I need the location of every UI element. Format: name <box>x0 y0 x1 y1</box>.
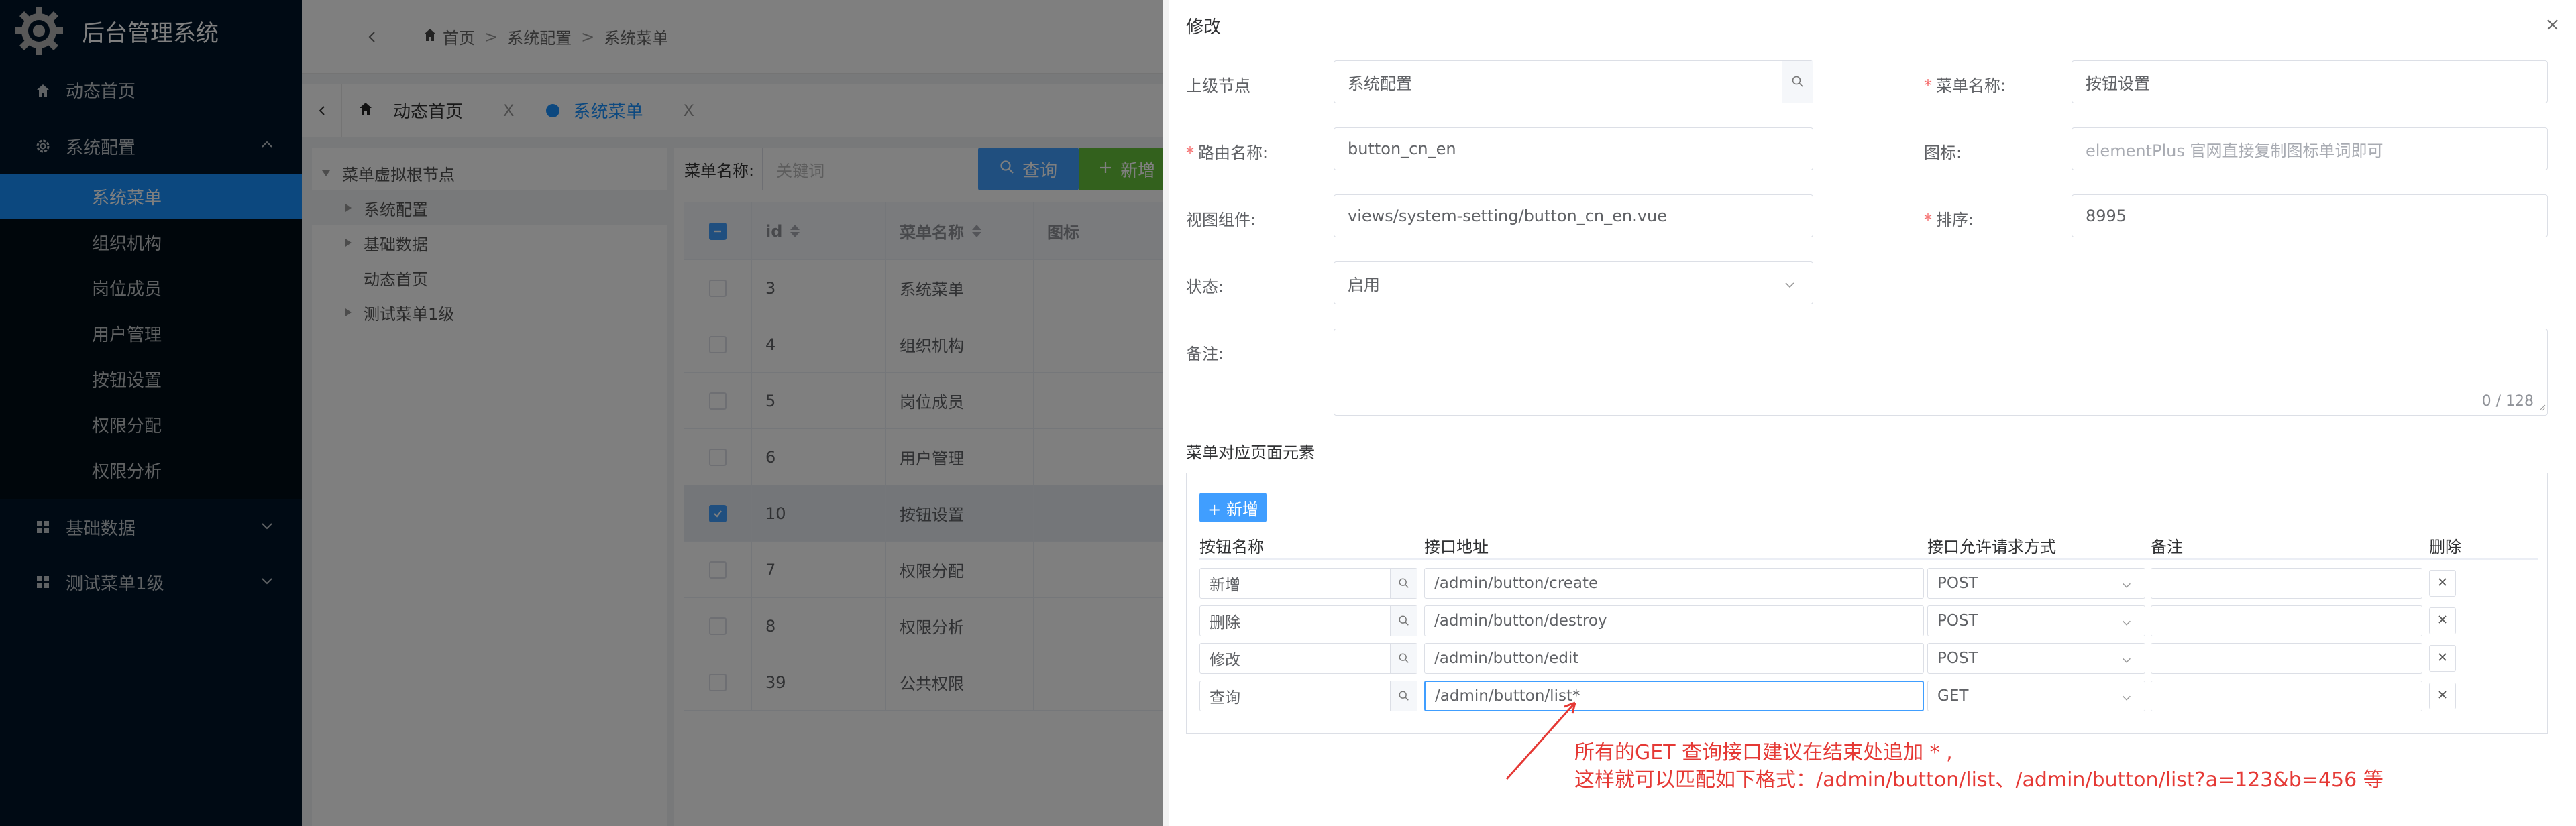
edit-drawer: 修改 上级节点 系统配置 * 菜单名称: 按钮设置 * 路由名称: button_c… <box>1163 0 2576 826</box>
element-url-input[interactable]: /admin/button/list* <box>1424 681 1924 711</box>
add-element-button[interactable]: + 新增 <box>1199 493 1267 522</box>
close-icon <box>2437 652 2448 665</box>
remark-counter: 0 / 128 <box>2481 393 2534 410</box>
element-name-input[interactable]: 删除 <box>1199 605 1417 636</box>
view-component-label: 视图组件: <box>1186 211 1256 229</box>
element-url-input[interactable]: /admin/button/destroy <box>1424 605 1924 636</box>
search-icon[interactable] <box>1390 606 1417 636</box>
chevron-down-icon <box>1783 277 1796 296</box>
elements-header-divider <box>1199 558 2538 560</box>
col-delete: 删除 <box>2429 537 2461 556</box>
search-icon[interactable] <box>1390 681 1417 711</box>
sort-input[interactable]: 8995 <box>2072 194 2548 237</box>
modal-overlay[interactable] <box>0 0 1163 826</box>
chevron-down-icon <box>2121 578 2133 595</box>
remark-label: 备注: <box>1186 345 1224 363</box>
col-request-method: 接口允许请求方式 <box>1927 537 2056 556</box>
sort-label: * 排序: <box>1924 211 1974 229</box>
parent-node-input[interactable]: 系统配置 <box>1334 60 1813 103</box>
close-icon <box>2437 614 2448 628</box>
status-label: 状态: <box>1186 278 1224 296</box>
annotation-arrow <box>1505 701 1576 780</box>
element-method-select[interactable]: POST <box>1927 643 2145 674</box>
element-name-input[interactable]: 新增 <box>1199 568 1417 599</box>
delete-row-button[interactable] <box>2429 683 2456 709</box>
element-name-input[interactable]: 查询 <box>1199 681 1417 711</box>
element-name-input[interactable]: 修改 <box>1199 643 1417 674</box>
element-method-select[interactable]: POST <box>1927 605 2145 636</box>
element-remark-input[interactable] <box>2151 681 2422 711</box>
element-url-input[interactable]: /admin/button/edit <box>1424 643 1924 674</box>
element-remark-input[interactable] <box>2151 605 2422 636</box>
close-icon <box>2437 689 2448 703</box>
close-icon <box>2437 577 2448 590</box>
element-method-select[interactable]: POST <box>1927 568 2145 599</box>
annotation-line-1: 所有的GET 查询接口建议在结束处追加 * , <box>1574 741 1953 764</box>
resize-grip-icon[interactable] <box>2538 401 2546 414</box>
drawer-title: 修改 <box>1186 17 1222 38</box>
col-button-name: 按钮名称 <box>1199 537 1264 556</box>
status-select[interactable]: 启用 <box>1334 261 1813 304</box>
delete-row-button[interactable] <box>2429 607 2456 634</box>
elements-section-title: 菜单对应页面元素 <box>1186 443 1315 462</box>
search-icon[interactable] <box>1390 569 1417 598</box>
route-name-input[interactable]: button_cn_en <box>1334 127 1813 170</box>
icon-label: 图标: <box>1924 143 1962 162</box>
element-method-select[interactable]: GET <box>1927 681 2145 711</box>
icon-input[interactable]: elementPlus 官网直接复制图标单词即可 <box>2072 127 2548 170</box>
search-icon[interactable] <box>1390 644 1417 673</box>
col-remark: 备注 <box>2151 537 2183 556</box>
view-component-input[interactable]: views/system-setting/button_cn_en.vue <box>1334 194 1813 237</box>
element-url-input[interactable]: /admin/button/create <box>1424 568 1924 599</box>
element-remark-input[interactable] <box>2151 568 2422 599</box>
close-icon[interactable] <box>2542 15 2563 35</box>
chevron-down-icon <box>2121 691 2133 708</box>
chevron-down-icon <box>2121 615 2133 633</box>
menu-name-input[interactable]: 按钮设置 <box>2072 60 2548 103</box>
delete-row-button[interactable] <box>2429 645 2456 672</box>
chevron-down-icon <box>2121 653 2133 670</box>
delete-row-button[interactable] <box>2429 570 2456 597</box>
annotation-line-2: 这样就可以匹配如下格式：/admin/button/list、/admin/bu… <box>1574 768 2383 792</box>
col-api-url: 接口地址 <box>1424 537 1489 556</box>
drawer-resize-handle[interactable] <box>1163 0 1169 826</box>
route-name-label: * 路由名称: <box>1186 143 1269 162</box>
element-remark-input[interactable] <box>2151 643 2422 674</box>
parent-node-label: 上级节点 <box>1186 76 1250 95</box>
search-icon[interactable] <box>1782 61 1813 103</box>
remark-textarea[interactable]: 0 / 128 <box>1334 329 2548 416</box>
menu-name-label: * 菜单名称: <box>1924 76 2006 95</box>
